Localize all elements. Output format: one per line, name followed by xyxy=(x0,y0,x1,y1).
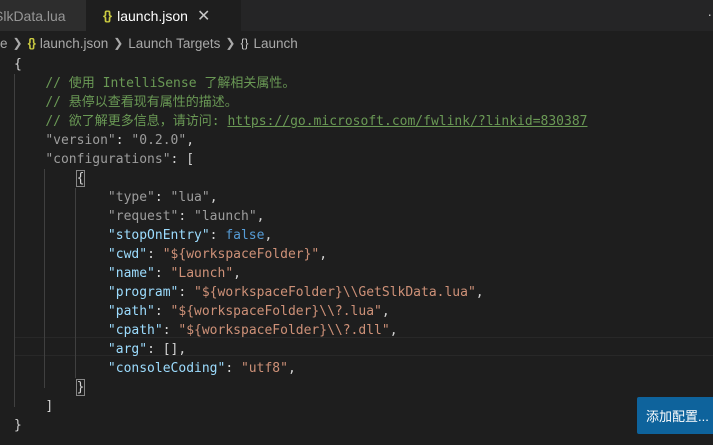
json-key: "type" xyxy=(107,190,155,205)
docs-link[interactable]: https://go.microsoft.com/fwlink/?linkid=… xyxy=(227,114,587,129)
json-file-icon: {} xyxy=(103,8,112,23)
json-value: "Launch" xyxy=(170,266,234,281)
bracket-match: } xyxy=(75,379,86,396)
tab-bar: SlkData.lua {} launch.json ✕ · xyxy=(0,0,713,31)
tab-launch-json[interactable]: {} launch.json ✕ xyxy=(86,0,241,31)
json-value: "lua" xyxy=(170,190,210,205)
comment: // 悬停以查看现有属性的描述。 xyxy=(45,95,238,110)
add-configuration-button[interactable]: 添加配置... xyxy=(637,397,713,434)
close-icon[interactable]: ✕ xyxy=(197,6,210,26)
json-key: "configurations" xyxy=(45,152,171,167)
json-key: "cpath" xyxy=(107,323,163,338)
json-value: "${workspaceFolder}\\GetSlkData.lua" xyxy=(194,285,476,300)
code-line: "name": "Launch", xyxy=(107,266,241,281)
json-value: "0.2.0" xyxy=(131,133,187,148)
breadcrumb-launch[interactable]: {} Launch xyxy=(240,36,297,51)
breadcrumb-launch-targets[interactable]: Launch Targets xyxy=(128,36,220,51)
json-value: "utf8" xyxy=(240,361,288,376)
json-key: "request" xyxy=(107,209,179,224)
json-key: "program" xyxy=(107,285,179,300)
json-value: "launch" xyxy=(194,209,257,224)
more-actions-icon[interactable]: · xyxy=(707,6,713,22)
json-value: "${workspaceFolder}" xyxy=(162,247,320,262)
breadcrumb-file-label: launch.json xyxy=(39,35,109,51)
tab-label: launch.json xyxy=(117,7,188,24)
json-key: "cwd" xyxy=(107,247,148,262)
code-line: "program": "${workspaceFolder}\\GetSlkDa… xyxy=(107,285,484,300)
code-line: "consoleCoding": "utf8", xyxy=(107,361,296,376)
json-key: "version" xyxy=(45,133,116,148)
json-value: "${workspaceFolder}\\?.dll" xyxy=(178,323,390,338)
breadcrumb: e ❯ {} launch.json ❯ Launch Targets ❯ {}… xyxy=(0,31,713,55)
json-key: "arg" xyxy=(107,342,148,357)
code-line: } xyxy=(14,418,22,433)
chevron-right-icon: ❯ xyxy=(225,36,236,50)
comment: // 使用 IntelliSense 了解相关属性。 xyxy=(45,76,296,91)
object-icon: {} xyxy=(240,36,249,50)
code-line: "request": "launch", xyxy=(107,209,265,224)
code-line: // 欲了解更多信息，请访问: https://go.microsoft.com… xyxy=(14,112,587,131)
chevron-right-icon: ❯ xyxy=(12,36,23,50)
tab-slkdata-lua[interactable]: SlkData.lua xyxy=(0,0,86,31)
chevron-right-icon: ❯ xyxy=(113,36,124,50)
json-value: false xyxy=(225,228,265,243)
code-line: "version": "0.2.0", xyxy=(45,133,195,148)
code-line: "path": "${workspaceFolder}\\?.lua", xyxy=(107,304,390,319)
code-line: // 使用 IntelliSense 了解相关属性。 xyxy=(14,74,295,93)
json-key: "path" xyxy=(107,304,155,319)
code-line: ] xyxy=(45,399,54,414)
breadcrumb-folder[interactable]: e xyxy=(0,36,8,51)
json-key: "name" xyxy=(107,266,155,281)
code-line: "cwd": "${workspaceFolder}", xyxy=(107,247,328,262)
bracket-match: { xyxy=(75,170,86,187)
json-value: "${workspaceFolder}\\?.lua" xyxy=(170,304,382,319)
code-line: "cpath": "${workspaceFolder}\\?.dll", xyxy=(107,323,398,338)
code-line: { xyxy=(14,57,22,72)
breadcrumb-launch-label: Launch xyxy=(253,35,298,51)
code-line: "arg": [], xyxy=(107,342,187,357)
breadcrumb-file[interactable]: {} launch.json xyxy=(28,36,109,51)
json-file-icon: {} xyxy=(27,36,36,50)
code-line: { xyxy=(14,169,86,188)
tab-label: SlkData.lua xyxy=(0,7,66,24)
code-line: // 悬停以查看现有属性的描述。 xyxy=(14,93,238,112)
code-line: "stopOnEntry": false, xyxy=(107,228,273,243)
code-editor[interactable]: { // 使用 IntelliSense 了解相关属性。 // 悬停以查看现有属… xyxy=(0,55,713,445)
code-line: } xyxy=(14,378,86,397)
code-line: "type": "lua", xyxy=(107,190,218,205)
comment: // 欲了解更多信息，请访问: xyxy=(45,114,228,129)
code-line: "configurations": [ xyxy=(45,152,195,167)
json-key: "consoleCoding" xyxy=(107,361,226,376)
json-key: "stopOnEntry" xyxy=(107,228,210,243)
json-value: [] xyxy=(162,342,179,357)
